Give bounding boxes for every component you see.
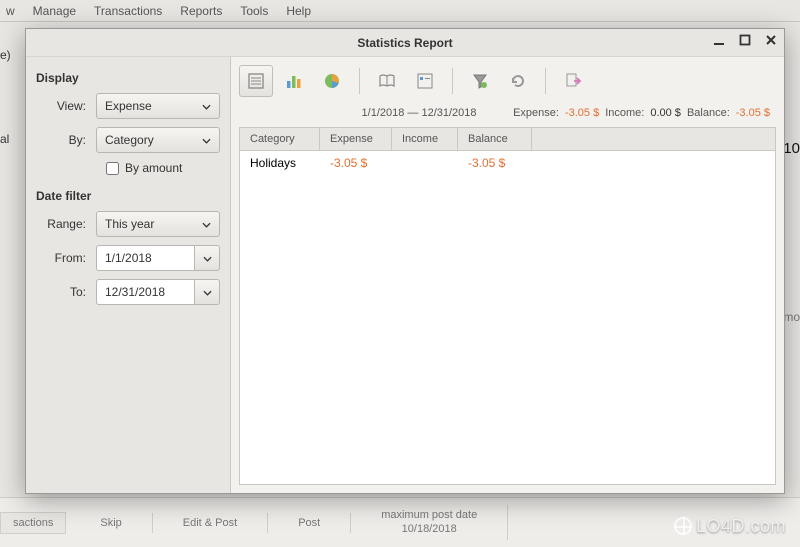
display-section-label: Display bbox=[36, 71, 220, 85]
summary-row: 1/1/2018 — 12/31/2018 Expense: -3.05 $ I… bbox=[239, 103, 776, 127]
toolbar bbox=[239, 65, 776, 103]
range-combo[interactable]: This year bbox=[96, 211, 220, 237]
chevron-down-icon bbox=[202, 99, 211, 113]
sidebar: Display View: Expense By: Category By am… bbox=[26, 57, 231, 493]
dialog-titlebar: Statistics Report bbox=[26, 29, 784, 57]
watermark: LO4D.com bbox=[674, 516, 786, 537]
income-label: Income: bbox=[605, 107, 644, 119]
to-date-picker-button[interactable] bbox=[194, 279, 220, 305]
menu-item[interactable]: w bbox=[6, 4, 15, 18]
max-post-date: maximum post date 10/18/2018 bbox=[351, 505, 508, 539]
background-menubar: w Manage Transactions Reports Tools Help bbox=[0, 0, 800, 22]
by-label: By: bbox=[36, 133, 96, 147]
menu-item[interactable]: Tools bbox=[240, 4, 268, 18]
expense-value: -3.05 $ bbox=[565, 107, 599, 119]
menu-item[interactable]: Help bbox=[286, 4, 311, 18]
balance-label: Balance: bbox=[687, 107, 730, 119]
menu-item[interactable]: Transactions bbox=[94, 4, 162, 18]
to-date-input[interactable]: 12/31/2018 bbox=[96, 279, 194, 305]
range-value: This year bbox=[105, 217, 154, 231]
chevron-down-icon bbox=[203, 251, 212, 265]
maximize-button[interactable] bbox=[738, 33, 752, 47]
pie-chart-icon bbox=[322, 71, 342, 91]
date-range-text: 1/1/2018 — 12/31/2018 bbox=[325, 107, 513, 119]
view-value: Expense bbox=[105, 99, 152, 113]
by-amount-label: By amount bbox=[125, 161, 182, 175]
table-header: Category Expense Income Balance bbox=[239, 127, 776, 150]
menu-item[interactable]: Manage bbox=[33, 4, 76, 18]
background-tab[interactable]: sactions bbox=[0, 512, 66, 534]
book-icon bbox=[377, 71, 397, 91]
list-icon bbox=[246, 71, 266, 91]
chevron-down-icon bbox=[203, 285, 212, 299]
from-date-input[interactable]: 1/1/2018 bbox=[96, 245, 194, 271]
chevron-down-icon bbox=[202, 133, 211, 147]
col-expense[interactable]: Expense bbox=[320, 128, 392, 150]
legend-toggle-button[interactable] bbox=[408, 65, 442, 97]
menu-item[interactable]: Reports bbox=[180, 4, 222, 18]
export-icon bbox=[563, 71, 583, 91]
background-clipped-text: e) al bbox=[0, 30, 25, 146]
main-content: 1/1/2018 — 12/31/2018 Expense: -3.05 $ I… bbox=[231, 57, 784, 493]
table-body: Holidays -3.05 $ -3.05 $ bbox=[239, 150, 776, 485]
bar-chart-icon bbox=[284, 71, 304, 91]
toolbar-separator bbox=[545, 68, 546, 94]
range-label: Range: bbox=[36, 217, 96, 231]
cell-expense: -3.05 $ bbox=[320, 154, 392, 172]
balance-value: -3.05 $ bbox=[736, 107, 770, 119]
cell-balance: -3.05 $ bbox=[458, 154, 532, 172]
funnel-icon bbox=[470, 71, 490, 91]
toolbar-separator bbox=[452, 68, 453, 94]
table-row[interactable]: Holidays -3.05 $ -3.05 $ bbox=[240, 151, 775, 175]
skip-button[interactable]: Skip bbox=[70, 513, 152, 533]
edit-post-button[interactable]: Edit & Post bbox=[153, 513, 268, 533]
col-income[interactable]: Income bbox=[392, 128, 458, 150]
expense-label: Expense: bbox=[513, 107, 559, 119]
date-filter-section-label: Date filter bbox=[36, 189, 220, 203]
toolbar-separator bbox=[359, 68, 360, 94]
view-label: View: bbox=[36, 99, 96, 113]
pie-chart-button[interactable] bbox=[315, 65, 349, 97]
view-combo[interactable]: Expense bbox=[96, 93, 220, 119]
refresh-button[interactable] bbox=[501, 65, 535, 97]
by-amount-checkbox[interactable] bbox=[106, 162, 119, 175]
statistics-report-dialog: Statistics Report Display View: Expense bbox=[25, 28, 785, 494]
to-label: To: bbox=[36, 285, 96, 299]
close-button[interactable] bbox=[764, 33, 778, 47]
income-value: 0.00 $ bbox=[650, 107, 681, 119]
list-view-button[interactable] bbox=[239, 65, 273, 97]
post-button[interactable]: Post bbox=[268, 513, 351, 533]
from-date-picker-button[interactable] bbox=[194, 245, 220, 271]
bar-chart-button[interactable] bbox=[277, 65, 311, 97]
minimize-button[interactable] bbox=[712, 33, 726, 47]
cell-category: Holidays bbox=[240, 154, 320, 172]
from-label: From: bbox=[36, 251, 96, 265]
filter-button[interactable] bbox=[463, 65, 497, 97]
chevron-down-icon bbox=[202, 217, 211, 231]
dialog-title: Statistics Report bbox=[357, 36, 452, 50]
by-value: Category bbox=[105, 133, 154, 147]
col-category[interactable]: Category bbox=[240, 128, 320, 150]
export-button[interactable] bbox=[556, 65, 590, 97]
legend-icon bbox=[415, 71, 435, 91]
refresh-icon bbox=[508, 71, 528, 91]
detail-view-button[interactable] bbox=[370, 65, 404, 97]
cell-income bbox=[392, 154, 458, 172]
col-balance[interactable]: Balance bbox=[458, 128, 532, 150]
by-combo[interactable]: Category bbox=[96, 127, 220, 153]
globe-icon bbox=[674, 517, 692, 535]
